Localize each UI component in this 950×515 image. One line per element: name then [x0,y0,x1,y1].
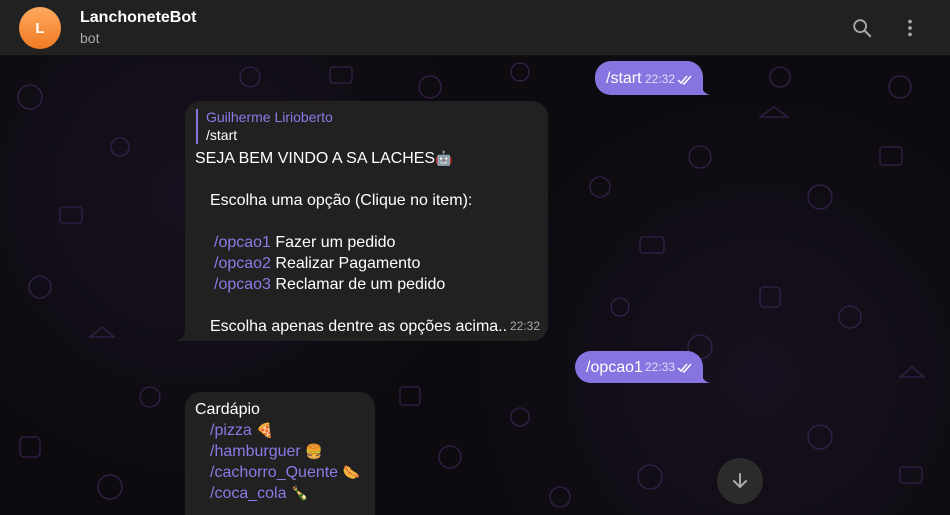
menu-item: /pizza 🍕 [210,420,274,441]
menu-title: Cardápio [195,401,260,418]
command-link[interactable]: /coca_cola [210,485,287,502]
message-time: 22:32 [644,72,675,86]
welcome-line: SEJA BEM VINDO A SA LACHES🤖 [195,148,453,169]
more-button[interactable] [896,14,924,42]
chat-header: L LanchoneteBot bot [0,0,950,56]
message-time: 22:32 [509,319,540,333]
incoming-message[interactable]: Guilherme Lirioberto /start SEJA BEM VIN… [185,101,548,341]
outgoing-message[interactable]: /opcao1 22:33 [575,351,703,383]
bottle-emoji: 🍾 [290,485,309,501]
scroll-down-button[interactable] [717,458,763,504]
double-check-icon [677,75,692,85]
hotdog-emoji: 🌭 [342,464,360,480]
menu-item: /hamburguer 🍔 [210,441,323,462]
bubble-tail [700,371,710,383]
double-check-icon [677,363,692,373]
footer-line: Escolha apenas dentre as opções acima.. [210,318,508,335]
chat-title: LanchoneteBot [80,9,197,26]
command-link[interactable]: /pizza [210,422,252,439]
option-label: Fazer um pedido [270,234,396,251]
chat-info[interactable]: LanchoneteBot bot [80,9,196,47]
pizza-emoji: 🍕 [256,422,274,438]
incoming-message[interactable]: Cardápio /pizza 🍕 /hamburguer 🍔 /cachorr… [185,392,375,515]
message-meta: 22:32 [645,69,693,90]
hamburger-emoji: 🍔 [305,443,323,459]
option-line: /opcao2 Realizar Pagamento [214,253,420,274]
option-line: /opcao1 Fazer um pedido [214,232,395,253]
outgoing-message[interactable]: /start 22:32 [595,61,703,95]
message-text: /start [606,70,642,87]
option-line: /opcao3 Reclamar de um pedido [214,274,445,295]
command-link[interactable]: /hamburguer [210,443,301,460]
avatar[interactable]: L [19,7,61,49]
bubble-tail [700,83,710,95]
search-button[interactable] [848,14,876,42]
menu-item: /cachorro_Quente 🌭 [210,462,360,483]
message-meta: 22:33 [645,357,693,378]
menu-item: /coca_cola 🍾 [210,483,308,504]
search-icon [853,19,872,38]
instruction-line: Escolha uma opção (Clique no item): [210,192,473,209]
robot-emoji: 🤖 [435,150,453,166]
reply-text: /start [206,127,238,143]
chat-area[interactable]: /start 22:32 Guilherme Lirioberto /start… [0,57,950,515]
arrow-down-icon [733,473,747,488]
reply-author: Guilherme Lirioberto [206,109,333,125]
chat-status: bot [80,30,100,46]
message-text: /opcao1 [586,359,643,376]
bubble-tail [176,329,186,341]
welcome-text: SEJA BEM VINDO A SA LACHES [195,150,436,167]
reply-quote[interactable]: Guilherme Lirioberto /start [196,109,333,144]
command-link[interactable]: /opcao2 [214,255,271,272]
avatar-letter: L [35,19,45,37]
command-link[interactable]: /opcao3 [214,276,271,293]
option-label: Reclamar de um pedido [270,276,446,293]
option-label: Realizar Pagamento [270,255,421,272]
command-link[interactable]: /opcao1 [214,234,271,251]
message-time: 22:33 [644,360,675,374]
command-link[interactable]: /cachorro_Quente [210,464,338,481]
more-vertical-icon [908,19,912,37]
